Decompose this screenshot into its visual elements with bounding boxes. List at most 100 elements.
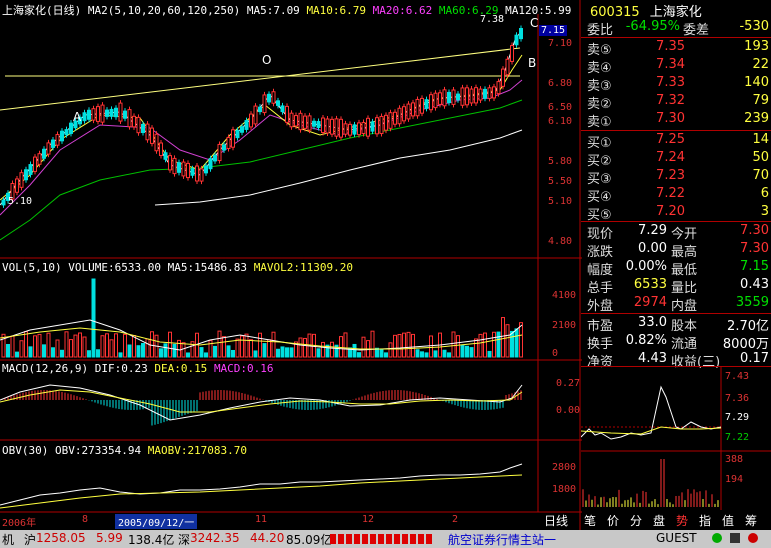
candle-body: [177, 162, 181, 173]
stat-row-value: 0.43: [740, 277, 769, 292]
candle-body: [465, 87, 469, 106]
candle-body: [60, 130, 64, 142]
volume-bar: [91, 278, 96, 358]
alarm-icon: [748, 533, 758, 543]
volume-bar: [24, 331, 28, 358]
stock-code: 600315: [590, 5, 640, 20]
func-tab[interactable]: 价: [607, 512, 619, 528]
func-tab[interactable]: 指: [699, 512, 711, 528]
fund-row-value: 0.82%: [625, 333, 667, 348]
volume-bar: [442, 349, 447, 358]
volume-bar: [379, 349, 384, 358]
bid-row[interactable]: 买⑤ 7.20 3: [585, 204, 771, 223]
ask-row[interactable]: 卖② 7.32 79: [585, 93, 771, 112]
fund-row-label: 市盈: [587, 319, 614, 334]
vol-ma5: MA5:15486.83: [167, 261, 248, 274]
volume-bar: [361, 336, 366, 358]
func-tab[interactable]: 值: [722, 512, 734, 528]
candle-body: [249, 113, 253, 128]
stat-row: 涨跌 0.00 最高 7.30: [585, 241, 771, 260]
ask-row[interactable]: 卖④ 7.34 22: [585, 57, 771, 76]
bid-row-price: 7.20: [656, 204, 685, 219]
func-tab[interactable]: 笔: [584, 512, 596, 528]
stat-row: 现价 7.29 今开 7.30: [585, 223, 771, 242]
sh-index[interactable]: 1258.05: [36, 531, 86, 545]
volume-bar: [384, 352, 388, 358]
candle-body: [325, 118, 330, 134]
volume-bar: [208, 340, 213, 358]
candle-body: [91, 108, 96, 121]
ask-row-label: 卖①: [587, 115, 612, 130]
volume-bar: [213, 345, 217, 358]
func-tab[interactable]: 分: [630, 512, 642, 528]
maobv-value: MAOBV:217083.70: [147, 444, 248, 457]
candle-body: [258, 106, 262, 113]
weicha-value: -530: [739, 19, 769, 34]
func-tab[interactable]: 筹: [745, 512, 757, 528]
volume-bar: [163, 343, 168, 358]
volume-bar: [240, 335, 244, 358]
candle-body: [285, 105, 289, 123]
date-label: 12: [362, 514, 375, 525]
candle-body: [280, 105, 285, 113]
bid-row[interactable]: 买② 7.24 50: [585, 150, 771, 169]
volume-bar: [262, 343, 267, 358]
candle-body: [1, 199, 6, 206]
bid-row[interactable]: 买④ 7.22 6: [585, 186, 771, 205]
volume-bar: [105, 333, 109, 358]
candle-body: [235, 129, 240, 139]
bid-row-label: 买④: [587, 190, 612, 205]
volume-bar: [388, 342, 393, 358]
candle-body: [154, 133, 159, 152]
volume-bar: [204, 352, 208, 358]
candle-body: [195, 165, 199, 182]
date-cursor-label: 2005/09/12/一: [115, 514, 198, 529]
ask-row-volume: 193: [744, 39, 769, 54]
volume-bar: [465, 345, 469, 358]
ask-row[interactable]: 卖③ 7.33 140: [585, 75, 771, 94]
bid-row-label: 买①: [587, 136, 612, 151]
candle-body: [433, 92, 438, 109]
ask-row[interactable]: 卖⑤ 7.35 193: [585, 39, 771, 58]
func-tab[interactable]: 势: [676, 512, 688, 528]
volume-bar: [82, 336, 87, 358]
volume-bar: [100, 335, 105, 358]
weibi-row: 委比 -64.95% 委差 -530: [585, 19, 771, 38]
candle-body: [316, 121, 321, 128]
price-tick: 6.50: [548, 102, 573, 113]
news-ticker[interactable]: 航空证券行情主站一: [448, 531, 556, 548]
candle-body: [199, 168, 204, 182]
volume-bar: [303, 337, 307, 358]
volume-bar: [28, 346, 33, 358]
ask-row-label: 卖②: [587, 97, 612, 112]
ma10-line: [0, 54, 523, 201]
ask-row[interactable]: 卖① 7.30 239: [585, 111, 771, 130]
func-tab[interactable]: 盘: [653, 512, 665, 528]
volume-bar: [60, 349, 64, 358]
bid-row[interactable]: 买① 7.25 14: [585, 132, 771, 151]
bid-row[interactable]: 买③ 7.23 70: [585, 168, 771, 187]
mini-tick: 7.22: [725, 432, 750, 443]
candle-body: [267, 93, 271, 103]
candle-body: [492, 86, 496, 99]
candle-body: [397, 107, 402, 125]
volume-bar: [370, 330, 375, 358]
vol-mavol2: MAVOL2:11309.20: [253, 261, 354, 274]
mini-vol-tick: 388: [725, 454, 744, 465]
candle-body: [42, 148, 46, 159]
vol-title: VOL(5,10): [2, 261, 62, 274]
candle-body: [420, 97, 424, 114]
tab-daily[interactable]: 日线: [544, 512, 568, 528]
volume-bar: [69, 339, 73, 358]
fund-row-value: 4.43: [638, 351, 667, 366]
sz-index[interactable]: 3242.35: [190, 531, 240, 545]
label-c: C: [530, 16, 539, 30]
candle-body: [222, 144, 226, 151]
volume-bar: [469, 347, 474, 358]
volume-bar: [478, 333, 483, 358]
volume-bar: [316, 348, 321, 358]
label-b: B: [528, 56, 537, 70]
candle-body: [231, 129, 235, 148]
obv-tick: 1800: [552, 484, 577, 495]
stat-row-label: 幅度: [587, 263, 614, 278]
